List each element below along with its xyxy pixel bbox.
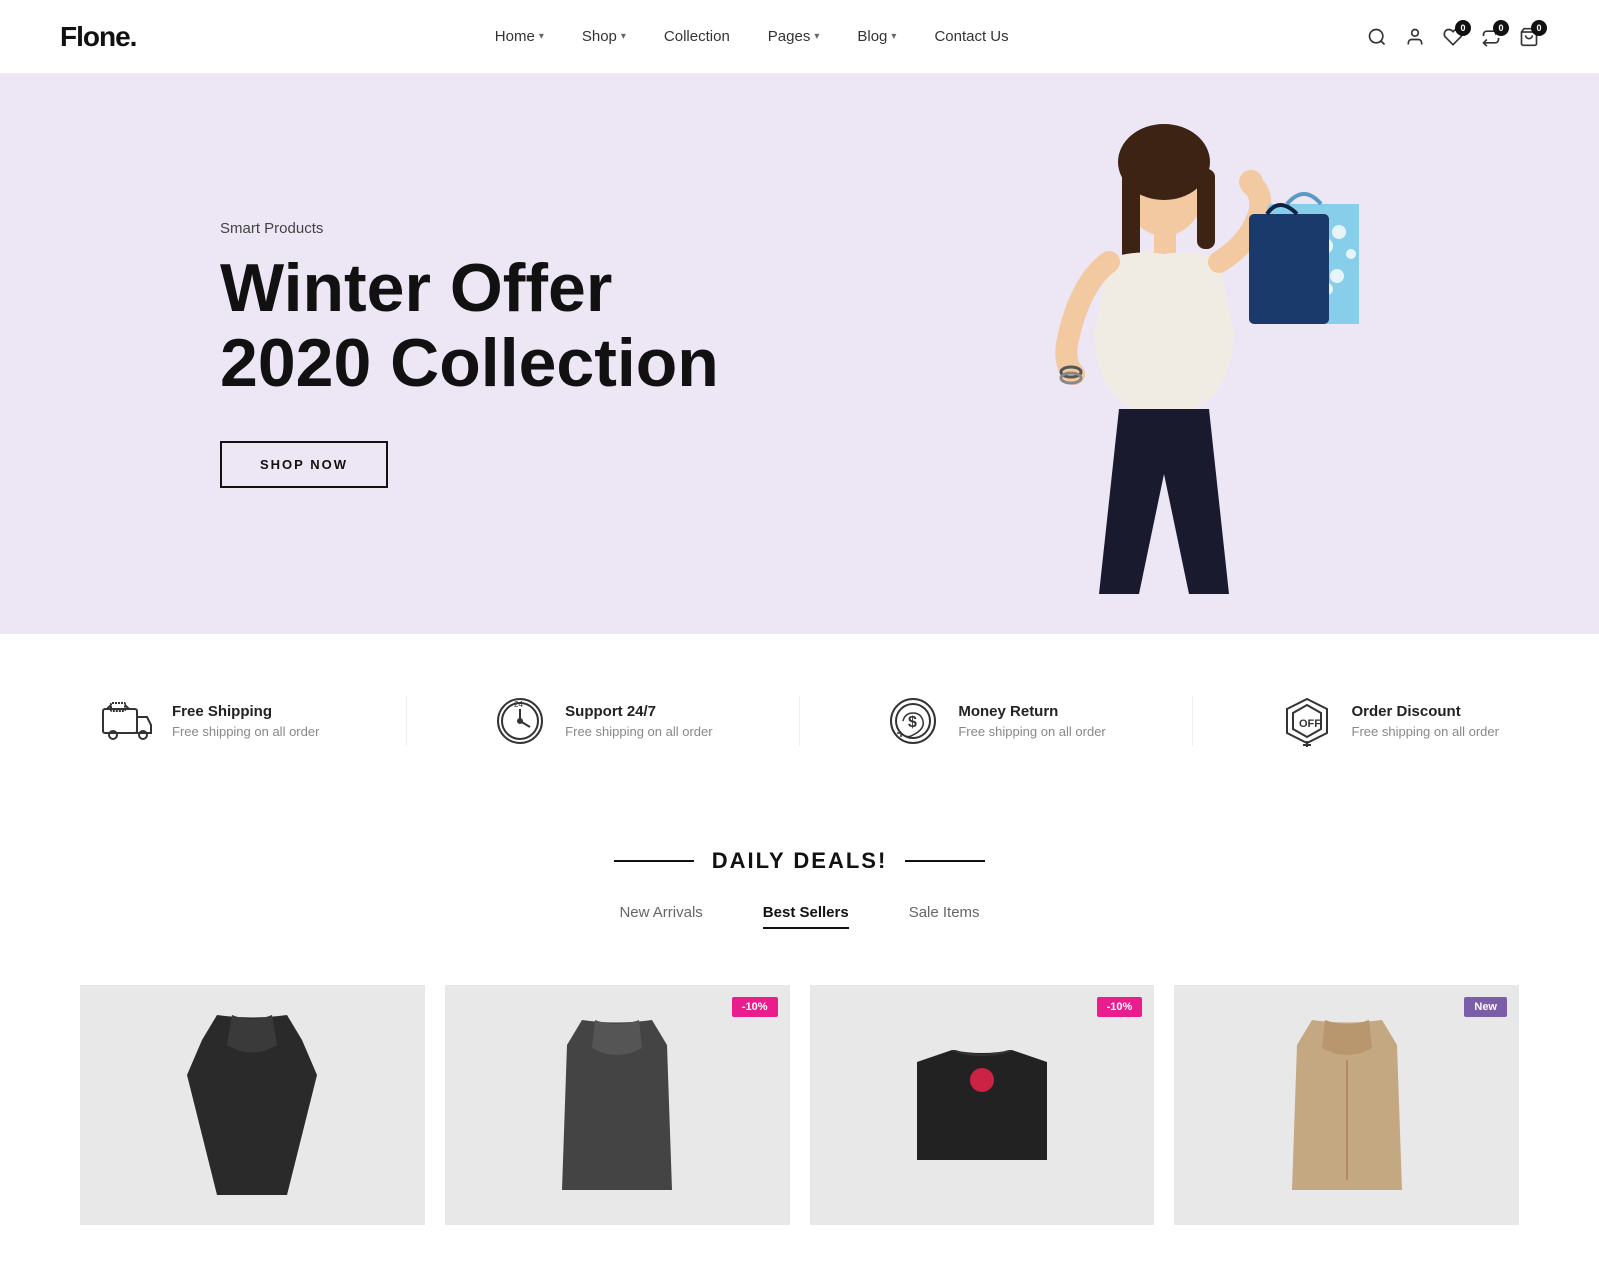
feature-money-return: $ Money Return Free shipping on all orde… xyxy=(886,694,1105,748)
nav-pages[interactable]: Pages ▾ xyxy=(768,28,820,45)
compare-button[interactable]: 0 xyxy=(1481,27,1501,47)
daily-deals-section: DAILY DEALS! New Arrivals Best Sellers S… xyxy=(0,808,1599,985)
tab-sale-items[interactable]: Sale Items xyxy=(909,904,980,929)
site-header: Flone. Home ▾ Shop ▾ Collection Pages ▾ … xyxy=(0,0,1599,74)
compare-badge: 0 xyxy=(1493,20,1509,36)
nav-contact[interactable]: Contact Us xyxy=(934,28,1008,45)
header-actions: 0 0 0 xyxy=(1367,27,1539,47)
feature-free-shipping-text: Free Shipping Free shipping on all order xyxy=(172,703,319,739)
nav-shop[interactable]: Shop ▾ xyxy=(582,28,626,45)
tag-icon: OFF xyxy=(1280,694,1334,748)
nav-blog[interactable]: Blog ▾ xyxy=(857,28,896,45)
product-badge-4: New xyxy=(1464,997,1507,1017)
nav-blog-arrow: ▾ xyxy=(891,31,896,42)
section-title: DAILY DEALS! xyxy=(80,848,1519,874)
svg-text:OFF: OFF xyxy=(1299,718,1321,730)
tab-best-sellers[interactable]: Best Sellers xyxy=(763,904,849,929)
svg-text:$: $ xyxy=(908,714,917,731)
cart-button[interactable]: 0 xyxy=(1519,27,1539,47)
feature-free-shipping: Free Shipping Free shipping on all order xyxy=(100,694,319,748)
svg-text:24: 24 xyxy=(514,700,523,709)
feature-order-discount-text: Order Discount Free shipping on all orde… xyxy=(1352,703,1499,739)
hero-image xyxy=(939,74,1399,634)
product-image-3: -10% xyxy=(810,985,1155,1225)
hero-title: Winter Offer 2020 Collection xyxy=(220,251,719,401)
search-button[interactable] xyxy=(1367,27,1387,47)
site-logo[interactable]: Flone. xyxy=(60,21,136,53)
feature-support: 24 Support 24/7 Free shipping on all ord… xyxy=(493,694,712,748)
nav-shop-arrow: ▾ xyxy=(621,31,626,42)
product-image-1 xyxy=(80,985,425,1225)
product-image-4: New xyxy=(1174,985,1519,1225)
nav-pages-arrow: ▾ xyxy=(814,31,819,42)
clock-icon: 24 xyxy=(493,694,547,748)
product-badge-2: -10% xyxy=(732,997,778,1017)
truck-icon xyxy=(100,694,154,748)
product-tabs: New Arrivals Best Sellers Sale Items xyxy=(80,904,1519,929)
wishlist-button[interactable]: 0 xyxy=(1443,27,1463,47)
product-grid: -10% -10% New xyxy=(0,985,1599,1265)
feature-support-text: Support 24/7 Free shipping on all order xyxy=(565,703,712,739)
hero-content: Smart Products Winter Offer 2020 Collect… xyxy=(0,140,719,568)
hero-illustration xyxy=(979,114,1359,634)
feature-divider-3 xyxy=(1192,696,1193,746)
feature-divider-1 xyxy=(406,696,407,746)
nav-collection[interactable]: Collection xyxy=(664,28,730,45)
product-card-2[interactable]: -10% xyxy=(445,985,790,1225)
main-nav: Home ▾ Shop ▾ Collection Pages ▾ Blog ▾ … xyxy=(495,28,1009,45)
account-button[interactable] xyxy=(1405,27,1425,47)
feature-divider-2 xyxy=(799,696,800,746)
hero-subtitle: Smart Products xyxy=(220,220,719,237)
wishlist-badge: 0 xyxy=(1455,20,1471,36)
hero-cta-button[interactable]: SHOP NOW xyxy=(220,441,388,488)
feature-money-return-text: Money Return Free shipping on all order xyxy=(958,703,1105,739)
title-line-left xyxy=(614,860,694,862)
product-card-1[interactable] xyxy=(80,985,425,1225)
feature-order-discount: OFF Order Discount Free shipping on all … xyxy=(1280,694,1499,748)
features-bar: Free Shipping Free shipping on all order… xyxy=(0,634,1599,808)
product-image-2: -10% xyxy=(445,985,790,1225)
cart-badge: 0 xyxy=(1531,20,1547,36)
nav-home-arrow: ▾ xyxy=(539,31,544,42)
hero-section: Smart Products Winter Offer 2020 Collect… xyxy=(0,74,1599,634)
title-line-right xyxy=(905,860,985,862)
product-badge-3: -10% xyxy=(1097,997,1143,1017)
dollar-icon: $ xyxy=(886,694,940,748)
product-card-3[interactable]: -10% xyxy=(810,985,1155,1225)
tab-new-arrivals[interactable]: New Arrivals xyxy=(619,904,702,929)
product-card-4[interactable]: New xyxy=(1174,985,1519,1225)
nav-home[interactable]: Home ▾ xyxy=(495,28,544,45)
